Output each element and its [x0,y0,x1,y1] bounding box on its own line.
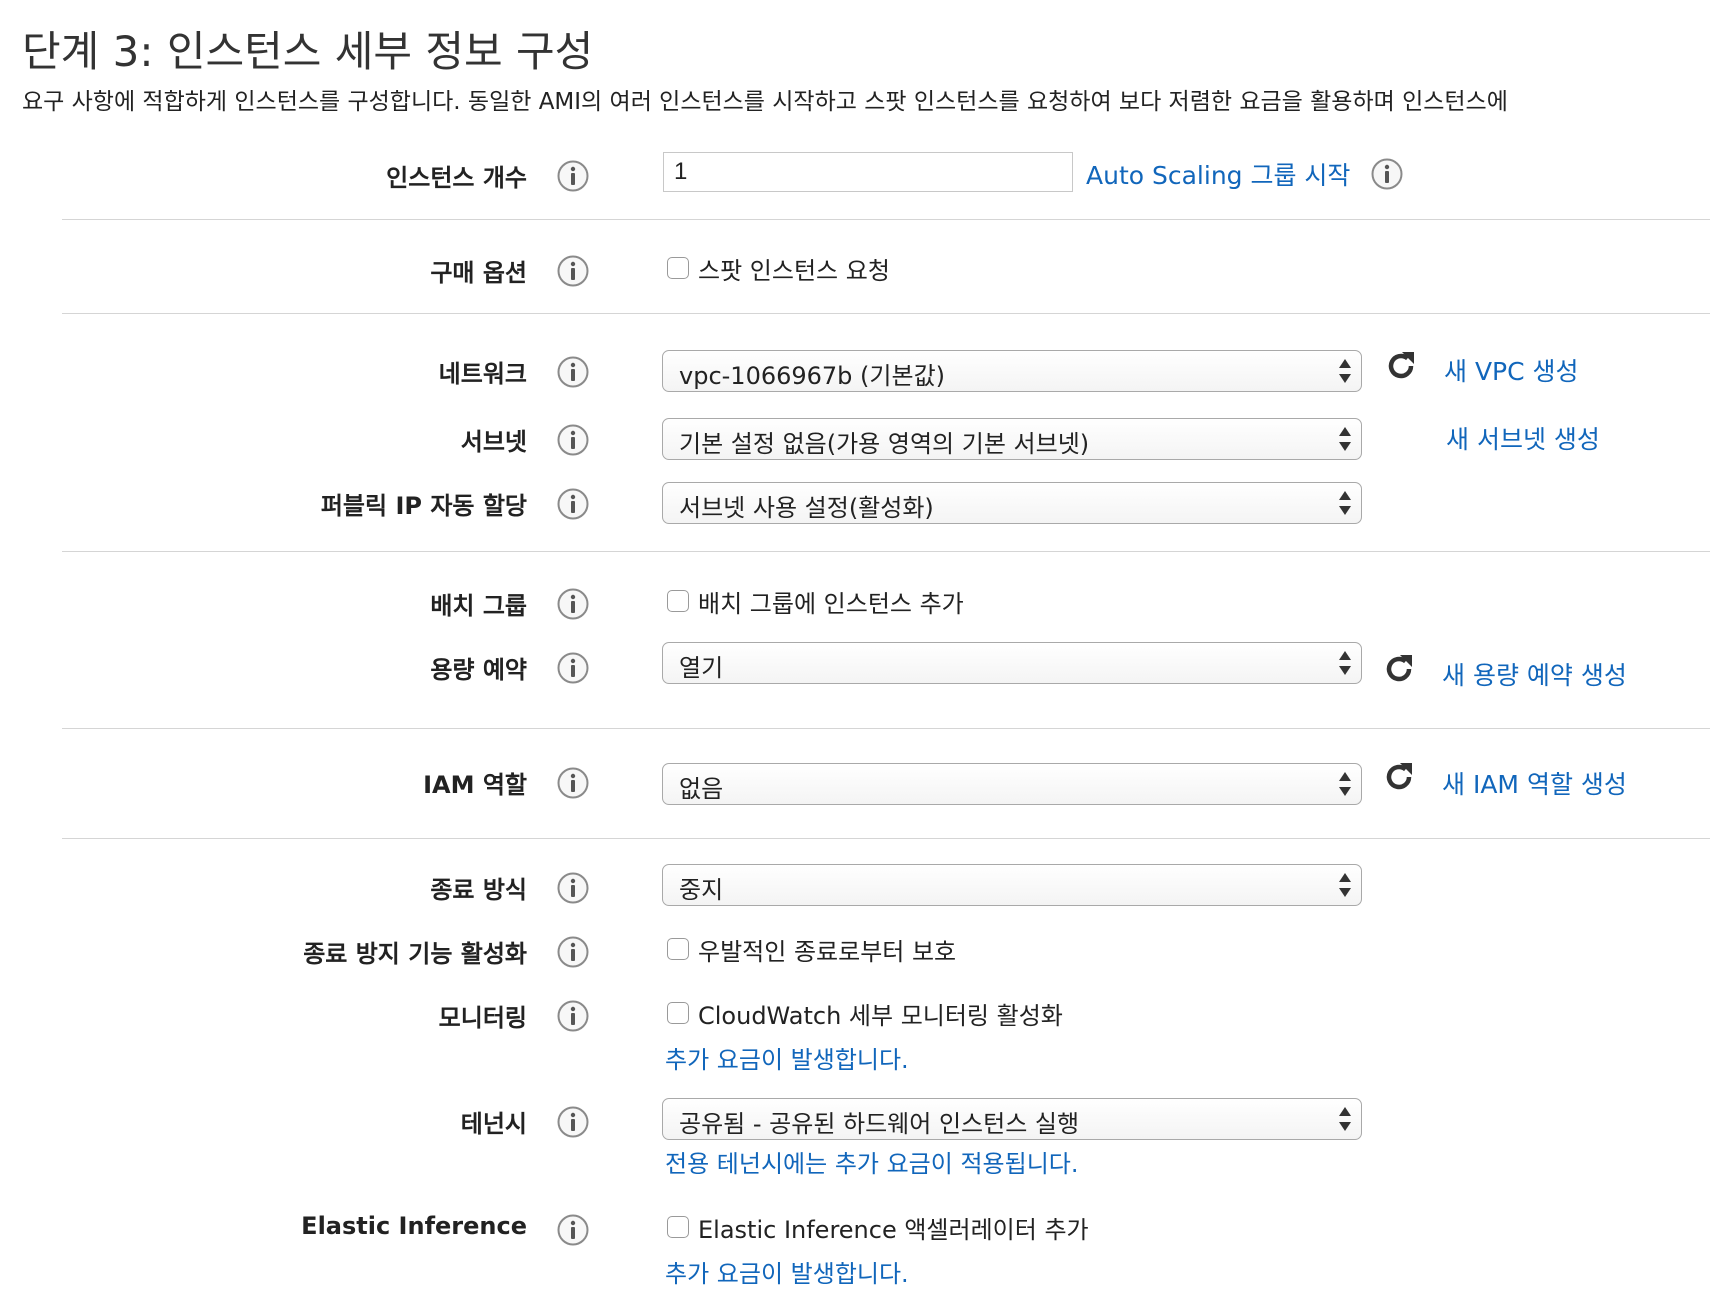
tenancy-select-value: 공유됨 - 공유된 하드웨어 인스턴스 실행 [679,1110,1080,1138]
row-network: 네트워크 vpc-1066967b (기본값) 새 VPC 생성 [0,346,1710,392]
shutdown-behavior-label: 종료 방식 [430,876,527,904]
iam-role-select-value: 없음 [679,775,724,803]
elastic-inference-label: Elastic Inference [301,1212,527,1240]
capacity-reservation-select[interactable]: 열기 [662,642,1362,684]
info-icon[interactable] [556,487,590,521]
section-divider [62,838,1710,839]
network-label: 네트워크 [438,360,527,388]
info-icon[interactable] [556,766,590,800]
shutdown-behavior-select[interactable]: 중지 [662,864,1362,906]
monitoring-checkbox[interactable] [667,1002,689,1024]
public-ip-select[interactable]: 서브넷 사용 설정(활성화) [662,482,1362,524]
capacity-reservation-select-value: 열기 [679,654,724,682]
info-icon[interactable] [556,1213,590,1247]
row-subnet: 서브넷 기본 설정 없음(가용 영역의 기본 서브넷) 새 서브넷 생성 [0,414,1710,460]
create-vpc-link[interactable]: 새 VPC 생성 [1444,352,1579,388]
instance-count-label: 인스턴스 개수 [386,164,527,192]
info-icon[interactable] [556,871,590,905]
elastic-inference-checkbox[interactable] [667,1216,689,1238]
info-icon[interactable] [1370,157,1404,191]
spot-instance-label: 스팟 인스턴스 요청 [698,257,890,285]
select-arrows-icon [1339,427,1351,451]
refresh-icon[interactable] [1381,651,1417,687]
row-termination-protection: 종료 방지 기능 활성화 우발적인 종료로부터 보호 [0,926,1710,972]
elastic-inference-checkbox-label: Elastic Inference 액셀러레이터 추가 [698,1216,1089,1244]
refresh-icon[interactable] [1383,348,1419,384]
iam-role-label: IAM 역할 [423,771,527,799]
termination-protection-label: 종료 방지 기능 활성화 [303,940,527,968]
placement-group-label: 배치 그룹 [430,592,527,620]
info-icon[interactable] [556,587,590,621]
info-icon[interactable] [556,159,590,193]
capacity-reservation-label: 용량 예약 [430,656,527,684]
row-elastic-inference: Elastic Inference Elastic Inference 액셀러레… [0,1204,1710,1288]
placement-group-checkbox-label: 배치 그룹에 인스턴스 추가 [698,590,964,618]
tenancy-select[interactable]: 공유됨 - 공유된 하드웨어 인스턴스 실행 [662,1098,1362,1140]
row-monitoring: 모니터링 CloudWatch 세부 모니터링 활성화 추가 요금이 발생합니다… [0,990,1710,1074]
row-instance-count: 인스턴스 개수 Auto Scaling 그룹 시작 [0,150,1710,196]
create-capacity-reservation-link[interactable]: 새 용량 예약 생성 [1442,656,1627,692]
tenancy-charge-note[interactable]: 전용 테넌시에는 추가 요금이 적용됩니다. [665,1144,1079,1179]
info-icon[interactable] [556,999,590,1033]
select-arrows-icon [1339,873,1351,897]
monitoring-label: 모니터링 [438,1004,527,1032]
subnet-select-value: 기본 설정 없음(가용 영역의 기본 서브넷) [679,430,1090,458]
tenancy-label: 테넌시 [460,1110,527,1138]
auto-scaling-link[interactable]: Auto Scaling 그룹 시작 [1086,156,1350,192]
iam-role-select[interactable]: 없음 [662,763,1362,805]
row-purchase-option: 구매 옵션 스팟 인스턴스 요청 [0,245,1710,291]
network-select[interactable]: vpc-1066967b (기본값) [662,350,1362,392]
row-placement-group: 배치 그룹 배치 그룹에 인스턴스 추가 [0,578,1710,624]
purchase-option-label: 구매 옵션 [430,259,527,287]
row-capacity-reservation: 용량 예약 열기 새 용량 예약 생성 [0,642,1710,690]
section-divider [62,551,1710,552]
instance-count-input[interactable] [663,152,1073,192]
shutdown-behavior-select-value: 중지 [679,876,724,904]
elastic-inference-charge-note[interactable]: 추가 요금이 발생합니다. [665,1254,909,1289]
instance-details-form: 인스턴스 개수 Auto Scaling 그룹 시작 구매 옵션 스팟 인스턴스… [0,0,1710,1312]
info-icon[interactable] [556,423,590,457]
create-subnet-link[interactable]: 새 서브넷 생성 [1446,420,1600,456]
monitoring-charge-note[interactable]: 추가 요금이 발생합니다. [665,1040,909,1075]
row-public-ip: 퍼블릭 IP 자동 할당 서브넷 사용 설정(활성화) [0,478,1710,524]
select-arrows-icon [1339,359,1351,383]
network-select-value: vpc-1066967b (기본값) [679,362,946,390]
placement-group-checkbox[interactable] [667,590,689,612]
subnet-label: 서브넷 [460,428,527,456]
spot-instance-checkbox[interactable] [667,257,689,279]
row-iam-role: IAM 역할 없음 새 IAM 역할 생성 [0,757,1710,805]
section-divider [62,728,1710,729]
info-icon[interactable] [556,651,590,685]
monitoring-checkbox-label: CloudWatch 세부 모니터링 활성화 [698,1002,1063,1030]
info-icon[interactable] [556,1105,590,1139]
termination-protection-checkbox-label: 우발적인 종료로부터 보호 [698,938,957,966]
create-iam-role-link[interactable]: 새 IAM 역할 생성 [1442,765,1627,801]
section-divider [62,313,1710,314]
section-divider [62,219,1710,220]
public-ip-select-value: 서브넷 사용 설정(활성화) [679,494,934,522]
row-shutdown-behavior: 종료 방식 중지 [0,862,1710,908]
select-arrows-icon [1339,491,1351,515]
info-icon[interactable] [556,355,590,389]
row-tenancy: 테넌시 공유됨 - 공유된 하드웨어 인스턴스 실행 전용 테넌시에는 추가 요… [0,1096,1710,1178]
subnet-select[interactable]: 기본 설정 없음(가용 영역의 기본 서브넷) [662,418,1362,460]
info-icon[interactable] [556,254,590,288]
refresh-icon[interactable] [1381,759,1417,795]
info-icon[interactable] [556,935,590,969]
select-arrows-icon [1339,772,1351,796]
select-arrows-icon [1339,651,1351,675]
public-ip-label: 퍼블릭 IP 자동 할당 [320,492,527,520]
select-arrows-icon [1339,1107,1351,1131]
termination-protection-checkbox[interactable] [667,938,689,960]
